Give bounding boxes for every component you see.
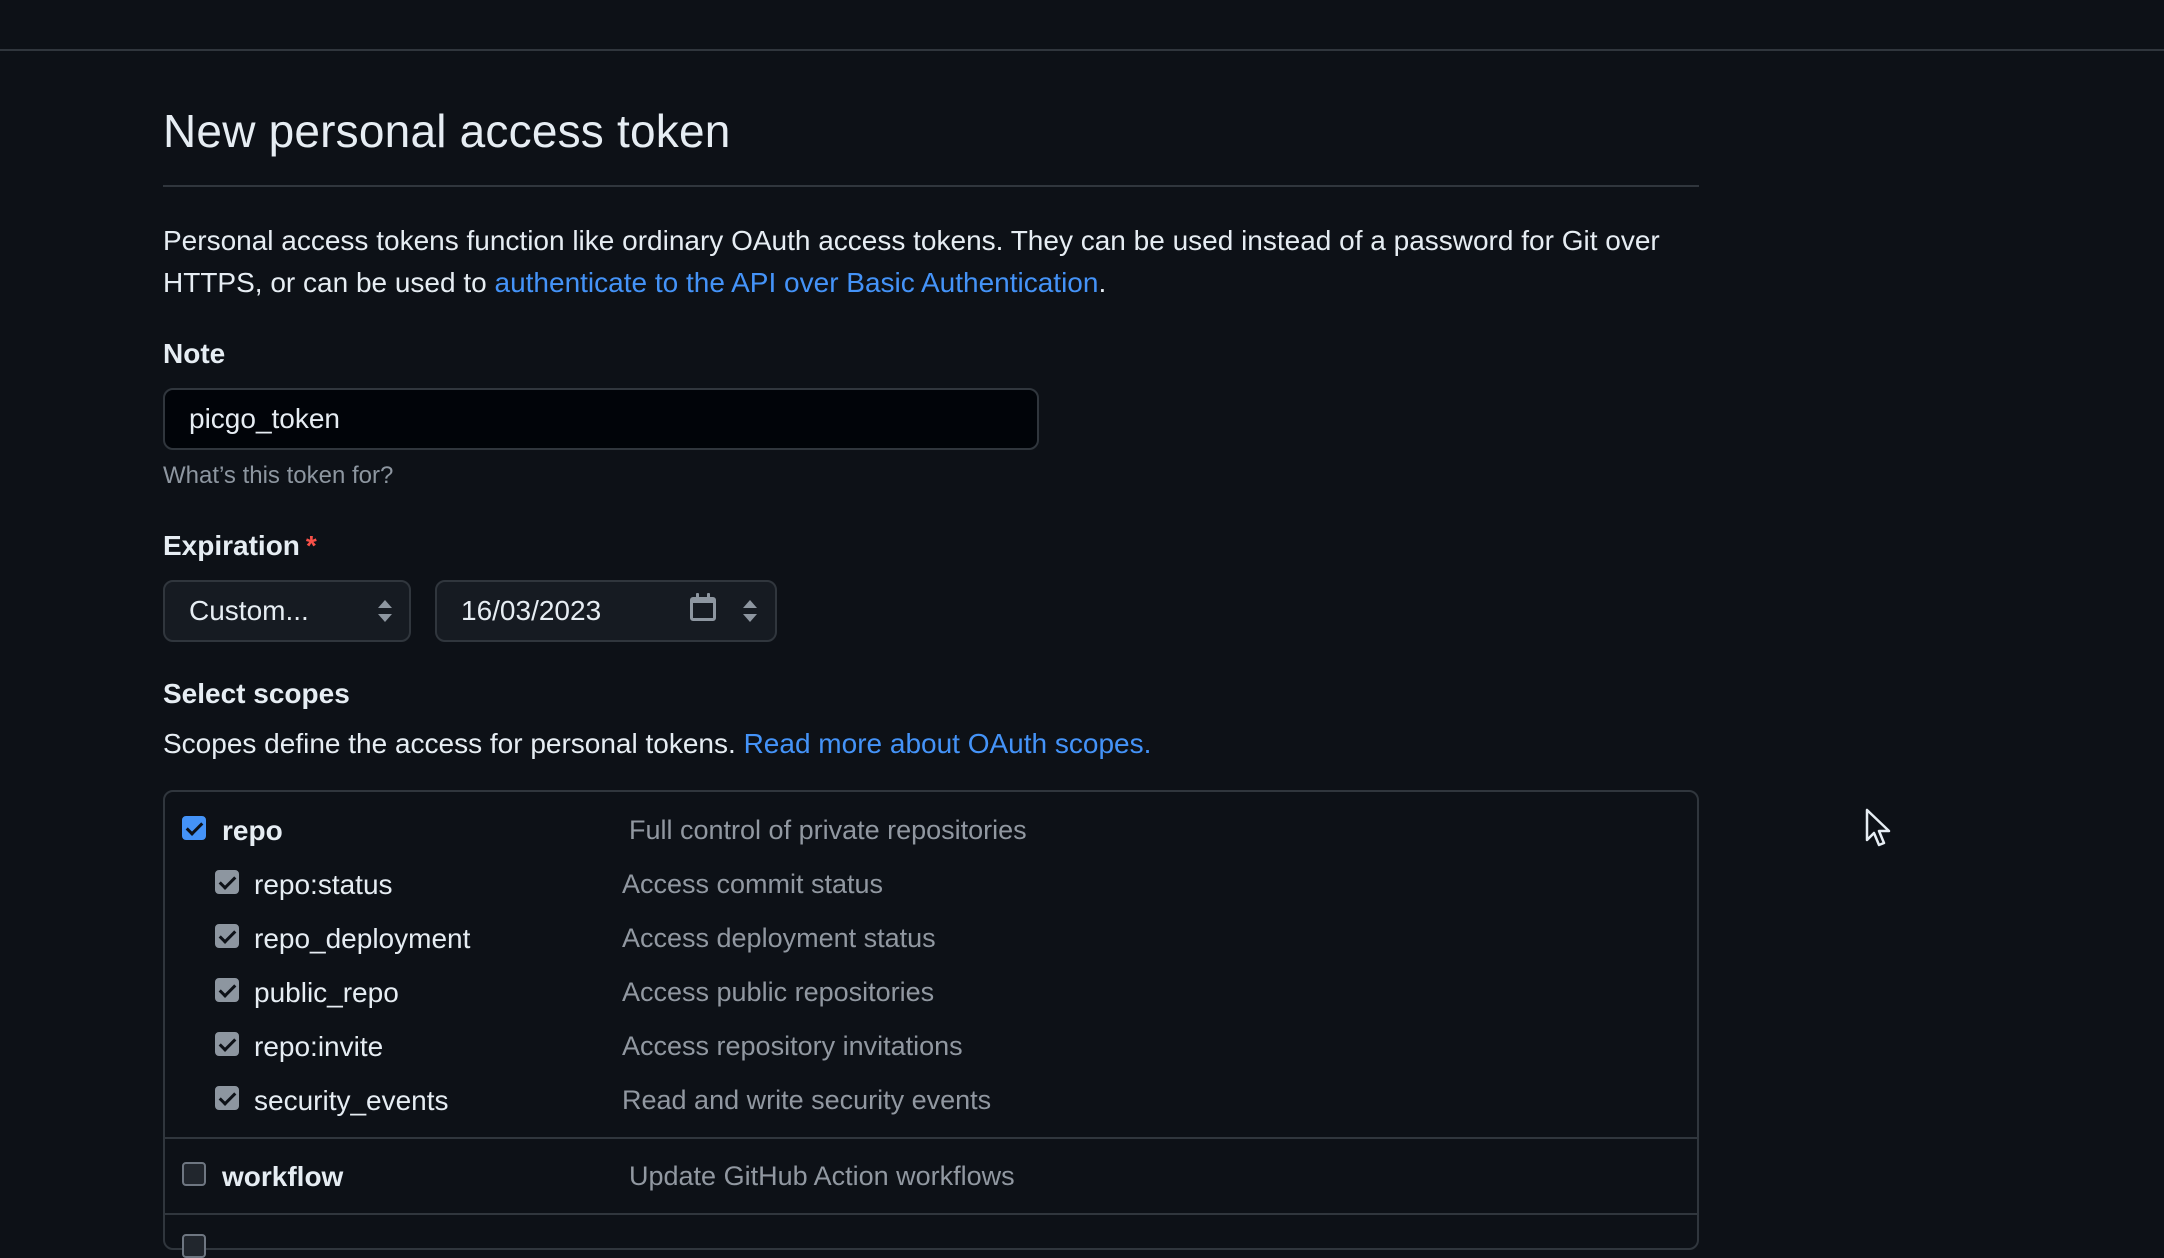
select-scopes-heading: Select scopes (163, 678, 350, 709)
scopes-description: Scopes define the access for personal to… (163, 728, 1151, 760)
date-stepper-icon[interactable] (743, 600, 757, 622)
note-input[interactable] (163, 388, 1039, 450)
scope-desc-repo-deployment: Access deployment status (622, 923, 936, 953)
scope-name-security-events: security_events (254, 1085, 449, 1116)
calendar-icon[interactable] (690, 593, 716, 621)
page-title: New personal access token (163, 105, 731, 157)
scope-checkbox-workflow[interactable] (182, 1162, 206, 1186)
scope-checkbox-repo-deployment[interactable] (215, 924, 239, 948)
mouse-pointer-icon (1865, 808, 1891, 847)
scope-checkbox-next[interactable] (182, 1234, 206, 1258)
expiration-label: Expiration * (163, 530, 317, 562)
scope-desc-repo: Full control of private repositories (629, 815, 1027, 845)
note-hint: What’s this token for? (163, 462, 394, 489)
scope-desc-workflow: Update GitHub Action workflows (629, 1161, 1015, 1191)
scope-checkbox-repo-invite[interactable] (215, 1032, 239, 1056)
scope-checkbox-repo[interactable] (182, 816, 206, 840)
note-label: Note (163, 338, 226, 369)
expiration-label-text: Expiration (163, 530, 300, 561)
expiration-select[interactable]: Custom... (163, 580, 411, 642)
scope-name-repo-status: repo:status (254, 869, 393, 900)
basic-auth-link[interactable]: authenticate to the API over Basic Authe… (495, 267, 1099, 298)
scope-checkbox-public-repo[interactable] (215, 978, 239, 1002)
scope-name-workflow: workflow (222, 1161, 344, 1192)
scope-desc-security-events: Read and write security events (622, 1085, 992, 1115)
scope-checkbox-security-events[interactable] (215, 1086, 239, 1110)
scope-name-repo: repo (222, 815, 283, 846)
scopes-list: repo Full control of private repositorie… (163, 790, 1699, 1258)
scope-group-divider (165, 1137, 1697, 1139)
required-star: * (305, 530, 317, 561)
scope-desc-repo-status: Access commit status (622, 869, 884, 899)
title-divider (163, 185, 1699, 187)
scope-desc-public-repo: Access public repositories (622, 977, 935, 1007)
scope-name-repo-deployment: repo_deployment (254, 923, 471, 954)
scope-name-public-repo: public_repo (254, 977, 399, 1008)
scope-desc-repo-invite: Access repository invitations (622, 1031, 963, 1061)
page-description: Personal access tokens function like ord… (163, 220, 1713, 304)
expiration-select-value: Custom... (189, 595, 309, 626)
scope-checkbox-repo-status[interactable] (215, 870, 239, 894)
scope-name-repo-invite: repo:invite (254, 1031, 384, 1062)
expiration-date-value: 16/03/2023 (461, 595, 602, 626)
oauth-scopes-link[interactable]: Read more about OAuth scopes. (744, 728, 1152, 759)
select-updown-icon (378, 600, 392, 622)
description-end: . (1098, 267, 1107, 298)
scopes-description-text: Scopes define the access for personal to… (163, 728, 736, 759)
top-header-bar (0, 0, 2164, 51)
expiration-date-input[interactable]: 16/03/2023 (435, 580, 777, 642)
scope-group-divider (165, 1213, 1697, 1215)
